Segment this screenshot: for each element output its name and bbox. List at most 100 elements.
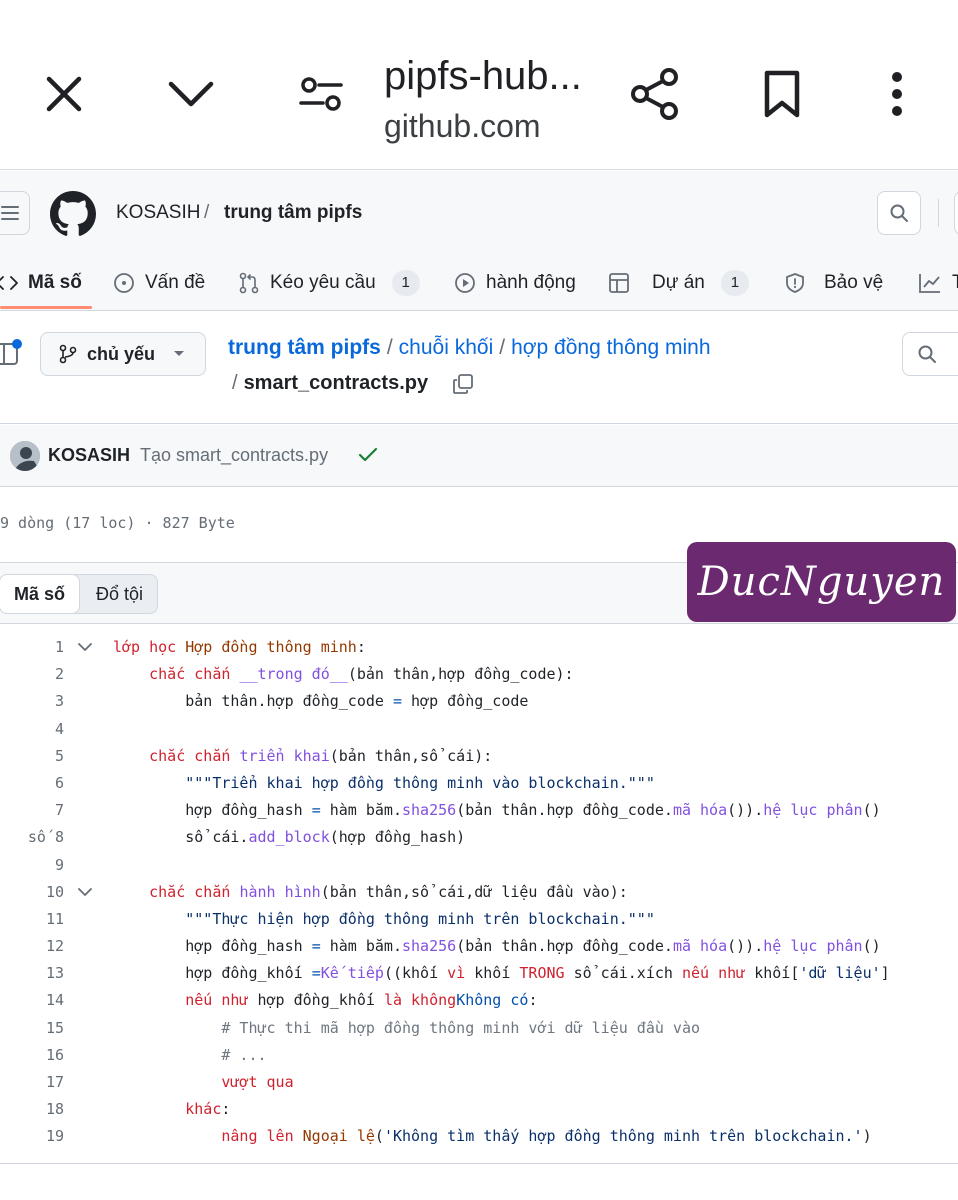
line-number[interactable]: 17 — [0, 1069, 64, 1096]
branch-selector[interactable]: chủ yếu — [40, 332, 206, 376]
line-number[interactable]: 10 — [0, 879, 64, 906]
browser-toolbar: pipfs-hub... github.com — [0, 0, 958, 170]
page-title[interactable]: pipfs-hub... — [384, 54, 582, 99]
line-number[interactable]: 13 — [0, 960, 64, 987]
tab-actions-label: hành động — [486, 272, 576, 293]
fold-chevron-icon[interactable] — [78, 642, 92, 652]
tab-issues[interactable]: Vấn đề — [113, 255, 205, 311]
tab-projects[interactable]: Dự án 1 — [608, 255, 749, 311]
repo-header: KOSASIH / trung tâm pipfs Mã số Vấn đề K… — [0, 171, 958, 311]
avatar[interactable] — [10, 441, 40, 471]
line-number[interactable]: 3 — [0, 688, 64, 715]
github-logo-icon[interactable] — [50, 191, 96, 237]
line-number[interactable]: 15 — [0, 1015, 64, 1042]
tab-actions[interactable]: hành động — [454, 255, 576, 311]
code-token: hệ lục phân — [763, 801, 863, 820]
line-content: chắc chắn triển khai(bản thân,sổ cái): — [113, 743, 492, 770]
line-number[interactable]: 11 — [0, 906, 64, 933]
more-vertical-icon[interactable] — [880, 68, 914, 120]
code-token: () — [862, 801, 881, 820]
line-number[interactable]: 6 — [0, 770, 64, 797]
commit-author[interactable]: KOSASIH — [48, 445, 130, 466]
line-number[interactable]: 12 — [0, 933, 64, 960]
caret-down-icon — [174, 351, 185, 356]
tab-blame-view[interactable]: Đổ tội — [74, 574, 159, 614]
tab-insights[interactable]: T — [918, 255, 958, 311]
code-token: khác — [185, 1100, 222, 1119]
code-token: (bản thân,hợp đồng_code): — [347, 665, 574, 684]
bookmark-icon[interactable] — [758, 68, 806, 120]
code-line: 13 hợp đồng_khối =Kế tiếp((khối vì khối … — [0, 960, 958, 987]
file-breadcrumb-current: / smart_contracts.py — [232, 372, 474, 395]
close-icon[interactable] — [40, 70, 88, 118]
code-line: 12 hợp đồng_hash = hàm băm.sha256(bản th… — [0, 933, 958, 960]
search-icon — [890, 204, 908, 222]
tab-projects-label: Dự án — [652, 272, 705, 293]
pull-requests-count: 1 — [391, 270, 420, 296]
line-number[interactable]: số 8 — [0, 824, 64, 851]
line-number[interactable]: 19 — [0, 1123, 64, 1150]
latest-commit: KOSASIH Tạo smart_contracts.py — [0, 425, 958, 487]
code-token: (bản thân,sổ cái,dữ liệu đầu vào): — [320, 882, 628, 901]
code-token: sha256 — [402, 801, 457, 820]
go-to-file-button[interactable] — [902, 332, 958, 376]
code-line: 18 khác: — [0, 1096, 958, 1123]
line-content: hợp đồng_hash = hàm băm.sha256(bản thân.… — [113, 933, 880, 960]
line-number[interactable]: 16 — [0, 1042, 64, 1069]
commit-message[interactable]: Tạo smart_contracts.py — [140, 445, 328, 466]
projects-count: 1 — [720, 270, 749, 296]
line-number[interactable]: 2 — [0, 661, 64, 688]
code-token: khối[ — [745, 964, 800, 983]
tab-security[interactable]: Bảo vệ — [784, 255, 883, 311]
tab-pull-requests[interactable]: Kéo yêu cầu 1 — [238, 255, 420, 311]
page-url[interactable]: github.com — [384, 108, 541, 145]
menu-button[interactable] — [0, 191, 30, 235]
breadcrumb-path-folder[interactable]: chuỗi khối — [399, 336, 494, 359]
code-line: 6 """Triển khai hợp đồng thông minh vào … — [0, 770, 958, 797]
line-number[interactable]: 7 — [0, 797, 64, 824]
check-icon[interactable] — [358, 446, 378, 464]
code-token: hành hình — [239, 882, 321, 901]
line-number[interactable]: 5 — [0, 743, 64, 770]
line-number[interactable]: 9 — [0, 852, 64, 879]
copy-icon[interactable] — [452, 373, 474, 395]
breadcrumb-path-repo[interactable]: trung tâm pipfs — [228, 336, 381, 359]
file-navigation: chủ yếu trung tâm pipfs / chuỗi khối / hợp đ… — [0, 312, 958, 424]
fold-chevron-icon[interactable] — [78, 887, 92, 897]
code-line: 19 nâng lên Ngoại lệ('Không tìm thấy hợp… — [0, 1123, 958, 1150]
page-settings-icon[interactable] — [296, 70, 346, 118]
code-token: vì — [447, 964, 466, 983]
code-line: 16 # ... — [0, 1042, 958, 1069]
line-number[interactable]: 18 — [0, 1096, 64, 1123]
table-icon — [609, 273, 629, 293]
line-number[interactable]: 4 — [0, 716, 64, 743]
code-token: """Triển khai hợp đồng thông minh vào bl… — [185, 773, 655, 792]
breadcrumb-owner[interactable]: KOSASIH — [116, 202, 200, 224]
code-token: chắc chắn — [149, 665, 240, 684]
share-icon[interactable] — [628, 66, 682, 122]
tab-code[interactable]: Mã số — [0, 255, 82, 311]
side-panel-icon[interactable] — [0, 338, 24, 368]
breadcrumb-path-subfolder[interactable]: hợp đồng thông minh — [511, 336, 710, 359]
code-line: 10 chắc chắn hành hình(bản thân,sổ cái,d… — [0, 879, 958, 906]
line-content: lớp học Hợp đồng thông minh: — [113, 634, 366, 661]
path-separator: / — [499, 336, 506, 359]
search-button[interactable] — [877, 191, 921, 235]
line-number[interactable]: 14 — [0, 987, 64, 1014]
line-number[interactable]: 1 — [0, 634, 64, 661]
shield-icon — [786, 273, 804, 293]
code-token: bản thân.hợp đồng_code — [113, 692, 393, 711]
line-content: hợp đồng_hash = hàm băm.sha256(bản thân.… — [113, 797, 881, 824]
chevron-down-icon[interactable] — [165, 70, 217, 118]
tab-code-view[interactable]: Mã số — [0, 574, 81, 614]
code-token: hợp đồng_hash — [113, 801, 312, 820]
code-token: Hợp đồng thông minh — [185, 638, 357, 656]
code-token: lớp học — [113, 638, 186, 656]
code-token: # ... — [221, 1045, 267, 1064]
code-token: ()). — [727, 801, 764, 820]
graph-icon — [919, 274, 940, 293]
header-action-button[interactable] — [954, 191, 958, 235]
breadcrumb-repo[interactable]: trung tâm pipfs — [224, 202, 362, 224]
